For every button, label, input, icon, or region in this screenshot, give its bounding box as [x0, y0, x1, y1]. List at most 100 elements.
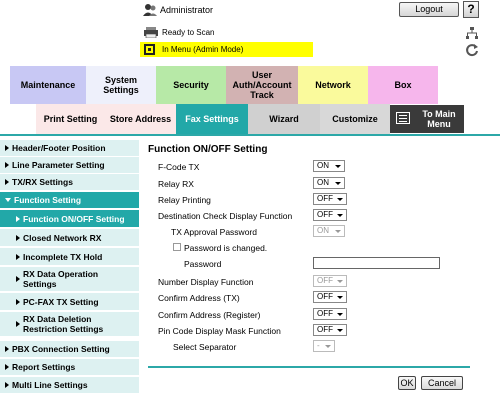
sidebar-item-label: Multi Line Settings [12, 380, 88, 390]
subtab-customize[interactable]: Customize [320, 104, 390, 134]
ok-button[interactable]: OK [398, 376, 416, 390]
chevron-down-icon [5, 198, 11, 202]
select-value: ON [317, 226, 329, 235]
sidebar-item-rx-data-deletion-restriction[interactable]: RX Data Deletion Restriction Settings [0, 312, 139, 337]
subtab-wizard[interactable]: Wizard [248, 104, 320, 134]
confirm-address-tx-select[interactable]: OFF [313, 291, 347, 303]
chevron-right-icon [16, 234, 20, 241]
sidebar-item-line-parameter-setting[interactable]: Line Parameter Setting [0, 157, 139, 174]
chevron-down-icon [335, 165, 341, 168]
sidebar-item-label: Incomplete TX Hold [23, 251, 103, 262]
number-display-function-label: Number Display Function [158, 277, 254, 287]
password-label: Password [184, 259, 222, 269]
user-label: Administrator [160, 5, 214, 15]
chevron-down-icon [337, 313, 343, 316]
tab-security[interactable]: Security [156, 66, 226, 104]
relay-rx-select[interactable]: ON [313, 177, 345, 189]
relay-rx-label: Relay RX [158, 179, 194, 189]
select-value: OFF [317, 194, 333, 203]
destination-check-select[interactable]: OFF [313, 209, 347, 221]
tab-network[interactable]: Network [298, 66, 368, 104]
subtab-print-setting[interactable]: Print Setting [36, 104, 105, 134]
confirm-address-register-label: Confirm Address (Register) [158, 310, 261, 320]
tab-box[interactable]: Box [368, 66, 438, 104]
tx-approval-password-select[interactable]: ON [313, 225, 345, 237]
sidebar-item-pbx-connection-setting[interactable]: PBX Connection Setting [0, 341, 139, 358]
sidebar-item-multi-line-settings[interactable]: Multi Line Settings [0, 377, 139, 394]
sidebar-item-label: Report Settings [12, 362, 76, 372]
chevron-right-icon [5, 382, 9, 388]
tab-user-auth-account-track[interactable]: User Auth/Account Track [226, 66, 298, 104]
subtab-fax-settings[interactable]: Fax Settings [176, 104, 248, 134]
select-value: - [317, 341, 320, 350]
chevron-right-icon [5, 364, 9, 370]
chevron-right-icon [5, 162, 9, 168]
select-value: OFF [317, 309, 333, 318]
chevron-right-icon [16, 276, 20, 282]
select-separator-label: Select Separator [173, 342, 237, 352]
to-main-menu-label: To Main Menu [422, 109, 456, 129]
chevron-right-icon [16, 298, 20, 305]
pin-code-mask-select[interactable]: OFF [313, 324, 347, 336]
cancel-button[interactable]: Cancel [421, 376, 463, 390]
administrator-icon [143, 4, 157, 16]
relay-printing-label: Relay Printing [158, 195, 211, 205]
tab-maintenance[interactable]: Maintenance [10, 66, 86, 104]
fcode-tx-label: F-Code TX [158, 162, 200, 172]
chevron-down-icon [337, 214, 343, 217]
network-status-icon [466, 27, 478, 39]
chevron-down-icon [337, 198, 343, 201]
password-changed-checkbox[interactable] [173, 243, 181, 251]
sidebar-item-function-onoff-setting[interactable]: Function ON/OFF Setting [0, 210, 139, 228]
select-value: ON [317, 178, 329, 187]
sidebar-item-rx-data-operation-settings[interactable]: RX Data Operation Settings [0, 267, 139, 292]
pin-code-mask-label: Pin Code Display Mask Function [158, 326, 281, 336]
sidebar: Header/Footer Position Line Parameter Se… [0, 138, 139, 401]
password-changed-label: Password is changed. [184, 243, 268, 253]
chevron-right-icon [16, 253, 20, 260]
logout-button[interactable]: Logout [399, 2, 459, 17]
sidebar-item-label: PC-FAX TX Setting [23, 296, 99, 307]
sidebar-item-label: Function ON/OFF Setting [23, 213, 125, 224]
sidebar-item-label: Line Parameter Setting [12, 160, 105, 170]
chevron-right-icon [5, 145, 9, 151]
chevron-right-icon [16, 215, 20, 222]
tx-approval-password-label: TX Approval Password [171, 227, 257, 237]
sidebar-item-label: TX/RX Settings [12, 177, 73, 187]
form-divider [148, 366, 470, 368]
tab-system-settings[interactable]: System Settings [86, 66, 156, 104]
sidebar-item-header-footer-position[interactable]: Header/Footer Position [0, 140, 139, 157]
sidebar-item-label: PBX Connection Setting [12, 344, 110, 354]
subtab-store-address[interactable]: Store Address [105, 104, 176, 134]
sidebar-item-pc-fax-tx-setting[interactable]: PC-FAX TX Setting [0, 293, 139, 311]
chevron-down-icon [337, 329, 343, 332]
sidebar-item-incomplete-tx-hold[interactable]: Incomplete TX Hold [0, 248, 139, 266]
help-button[interactable]: ? [463, 1, 479, 18]
main-menu-icon [396, 112, 410, 124]
chevron-down-icon [335, 182, 341, 185]
fcode-tx-select[interactable]: ON [313, 160, 345, 172]
chevron-right-icon [16, 321, 20, 327]
sidebar-item-txrx-settings[interactable]: TX/RX Settings [0, 174, 139, 191]
chevron-right-icon [5, 346, 9, 352]
refresh-icon[interactable] [465, 43, 479, 57]
to-main-menu-button[interactable]: To Main Menu [390, 105, 464, 133]
chevron-down-icon [337, 296, 343, 299]
header: Administrator Logout ? Ready to Scan In … [0, 0, 500, 62]
select-separator-select[interactable]: - [313, 340, 335, 352]
select-value: OFF [317, 325, 333, 334]
relay-printing-select[interactable]: OFF [313, 193, 347, 205]
chevron-right-icon [5, 179, 9, 185]
chevron-down-icon [335, 230, 341, 233]
password-input[interactable] [313, 257, 440, 269]
sidebar-item-closed-network-rx[interactable]: Closed Network RX [0, 229, 139, 247]
number-display-function-select[interactable]: OFF [313, 275, 347, 287]
confirm-address-tx-label: Confirm Address (TX) [158, 293, 240, 303]
sidebar-item-function-setting[interactable]: Function Setting [0, 192, 139, 209]
confirm-address-register-select[interactable]: OFF [313, 308, 347, 320]
mode-status-bar: In Menu (Admin Mode) [140, 42, 313, 57]
sidebar-item-report-settings[interactable]: Report Settings [0, 359, 139, 376]
sidebar-item-label: RX Data Deletion Restriction Settings [23, 314, 104, 334]
sidebar-item-label: Header/Footer Position [12, 143, 106, 153]
mode-status-text: In Menu (Admin Mode) [162, 45, 244, 54]
